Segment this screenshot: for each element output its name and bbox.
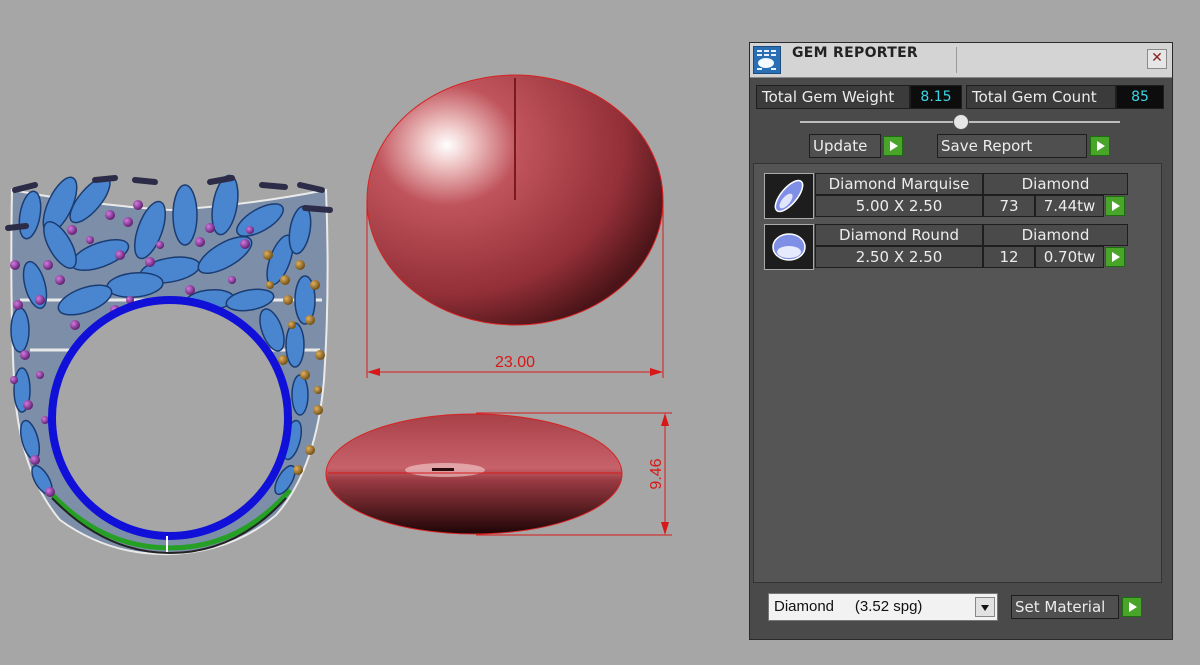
gem-size: 2.50 X 2.50	[815, 246, 983, 268]
gem-weight: 0.70tw	[1035, 246, 1104, 268]
gem-reporter-app-icon	[753, 46, 781, 74]
gem-name: Diamond Round	[815, 224, 983, 246]
update-play-icon[interactable]	[883, 136, 903, 156]
update-button[interactable]: Update	[809, 134, 881, 158]
stone-top-view[interactable]: 23.00	[366, 74, 664, 378]
gem-count: 12	[983, 246, 1035, 268]
ring-model[interactable]	[5, 171, 333, 556]
save-report-button[interactable]: Save Report	[937, 134, 1087, 158]
title-bar[interactable]: GEM REPORTER ✕	[750, 43, 1172, 78]
gem-material: Diamond	[983, 224, 1128, 246]
stone-side-view[interactable]: 9.46	[325, 412, 672, 536]
splitter-knob-icon[interactable]	[953, 114, 969, 130]
gem-row-marquise[interactable]: Diamond Marquise Diamond 5.00 X 2.50 73 …	[764, 173, 1130, 219]
material-select[interactable]: Diamond (3.52 spg)	[768, 593, 998, 621]
gem-material: Diamond	[983, 173, 1128, 195]
panel-title: GEM REPORTER	[792, 45, 919, 61]
dimension-width-label: 23.00	[495, 354, 535, 371]
gem-list[interactable]: Diamond Marquise Diamond 5.00 X 2.50 73 …	[753, 163, 1162, 583]
total-gem-count-label: Total Gem Count	[966, 85, 1116, 109]
gem-weight: 7.44tw	[1035, 195, 1104, 217]
gem-row-play-icon[interactable]	[1105, 247, 1125, 267]
gem-row-round[interactable]: Diamond Round Diamond 2.50 X 2.50 12 0.7…	[764, 224, 1130, 270]
save-report-play-icon[interactable]	[1090, 136, 1110, 156]
total-gem-count-value: 85	[1116, 85, 1164, 109]
gem-row-play-icon[interactable]	[1105, 196, 1125, 216]
gem-size: 5.00 X 2.50	[815, 195, 983, 217]
gem-reporter-panel: GEM REPORTER ✕ Total Gem Weight 8.15 Tot…	[749, 42, 1173, 640]
round-gem-icon	[764, 224, 814, 270]
dimension-height-label: 9.46	[648, 458, 665, 489]
set-material-button[interactable]: Set Material	[1011, 595, 1119, 619]
title-divider	[956, 47, 957, 73]
total-gem-weight-label: Total Gem Weight	[756, 85, 910, 109]
chevron-down-icon[interactable]	[975, 597, 995, 617]
material-select-value: Diamond (3.52 spg)	[774, 598, 923, 615]
gem-count: 73	[983, 195, 1035, 217]
set-material-play-icon[interactable]	[1122, 597, 1142, 617]
ring-inner-hole	[48, 296, 292, 540]
total-gem-weight-value: 8.15	[910, 85, 962, 109]
marquise-gem-icon	[764, 173, 814, 219]
close-button[interactable]: ✕	[1147, 49, 1167, 69]
gem-name: Diamond Marquise	[815, 173, 983, 195]
